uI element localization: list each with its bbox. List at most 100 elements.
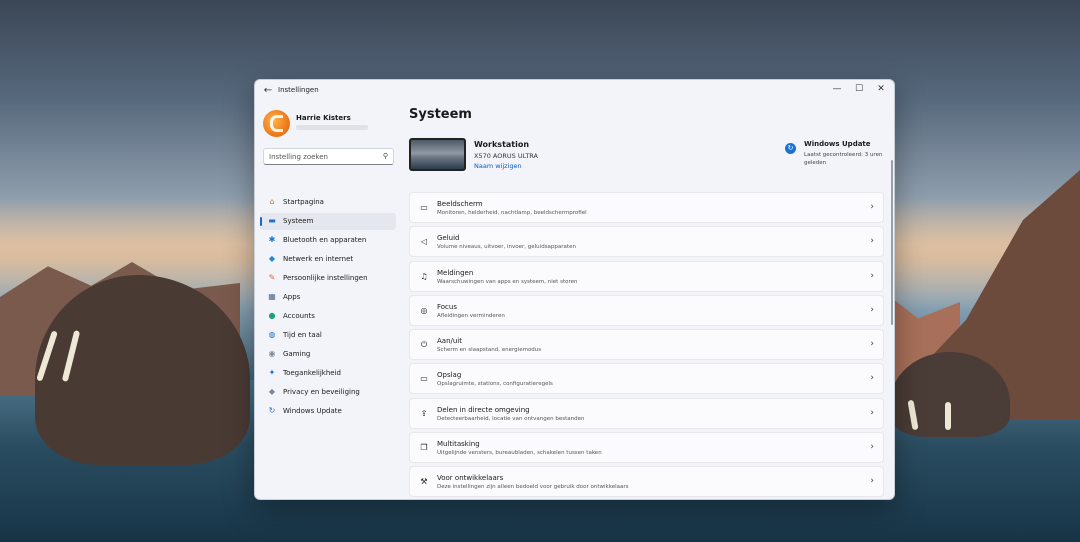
window-title: Instellingen [278,86,319,94]
settings-card-delen-in-directe-omgeving[interactable]: ⇪ Delen in directe omgeving Detecteerbaarh… [409,397,884,429]
card-title: Focus [437,302,457,311]
sidebar-item-startpagina[interactable]: ⌂ Startpagina [260,194,396,211]
sidebar-item-netwerk-en-internet[interactable]: ◆ Netwerk en internet [260,251,396,268]
home-icon: ⌂ [269,197,275,206]
card-title: Voor ontwikkelaars [437,474,504,483]
search-input[interactable]: Instelling zoeken ⚲ [263,148,394,165]
sidebar-item-label: Tijd en taal [283,331,322,339]
card-subtitle: Scherm en slaapstand, energiemodus [437,347,542,354]
maximize-button[interactable]: ☐ [848,82,870,96]
card-title: Geluid [437,234,460,243]
device-thumbnail [409,138,466,171]
sidebar-nav: ⌂ Startpagina ▬ Systeem ✱ Bluetooth en appara… [260,194,396,422]
monitor-icon: ▭ [420,203,428,212]
sidebar-item-gaming[interactable]: ◉ Gaming [260,346,396,363]
settings-card-voor-ontwikkelaars[interactable]: ⚒ Voor ontwikkelaars Deze instellingen zij… [409,466,884,498]
chevron-right-icon: › [870,202,874,212]
settings-card-beeldscherm[interactable]: ▭ Beeldscherm Monitoren, helderheid, nacht… [409,192,884,223]
sidebar-item-label: Bluetooth en apparaten [283,236,367,244]
back-arrow-icon[interactable]: ← [261,84,275,98]
wifi-icon: ◆ [268,254,276,263]
card-title: Delen in directe omgeving [437,405,530,414]
focus-icon: ◎ [420,305,428,315]
account-icon: ● [268,311,276,320]
power-icon: ⏻ [420,340,428,350]
profile-name: Harrie Kisters [296,114,351,122]
windows-update-status[interactable]: ↻ Windows Update Laatst gecontroleerd: 3… [785,140,885,170]
sidebar-item-apps[interactable]: ▦ Apps [260,289,396,306]
bell-icon: ♫ [420,271,428,281]
card-subtitle: Opslagruimte, stations, configuratierege… [437,381,553,388]
sidebar-item-label: Toegankelijkheid [283,369,341,377]
chevron-right-icon: › [870,407,874,418]
card-subtitle: Afleidingen verminderen [437,312,505,319]
chevron-right-icon: › [870,373,874,384]
multitask-icon: ❐ [420,443,428,453]
share-icon: ⇪ [420,408,428,418]
sidebar-item-bluetooth-en-apparaten[interactable]: ✱ Bluetooth en apparaten [260,232,396,249]
windows-update-title: Windows Update [804,140,871,148]
storage-icon: ▭ [420,374,428,384]
shield-icon: ◆ [268,387,276,396]
scrollbar[interactable] [891,160,893,325]
sidebar-item-label: Accounts [283,312,315,320]
card-subtitle: Detecteerbaarheid, locatie van ontvangen… [437,415,585,422]
sidebar-item-label: Startpagina [283,198,324,206]
sidebar-item-persoonlijke-instellingen[interactable]: ✎ Persoonlijke instellingen [260,270,396,287]
sidebar-item-toegankelijkheid[interactable]: ✦ Toegankelijkheid [260,365,396,382]
sidebar-item-tijd-en-taal[interactable]: ◍ Tijd en taal [260,327,396,344]
main-content: Systeem Workstation X570 AORUS ULTRA Naa… [400,102,894,499]
card-title: Beeldscherm [437,200,483,208]
globe-icon: ◍ [268,330,276,339]
settings-card-multitasking[interactable]: ❐ Multitasking Uitgelijnde vensters, burea… [409,432,884,464]
card-subtitle: Monitoren, helderheid, nachtlamp, beelds… [437,210,587,216]
settings-list: ▭ Beeldscherm Monitoren, helderheid, nacht… [409,192,884,499]
sidebar-item-label: Netwerk en internet [283,255,354,263]
card-title: Opslag [437,371,462,380]
chevron-right-icon: › [870,236,874,247]
apps-icon: ▦ [268,292,276,301]
minimize-button[interactable]: — [826,82,848,96]
sidebar-item-label: Privacy en beveiliging [283,388,360,396]
windows-update-status-text: Laatst gecontroleerd: 3 uren geleden [804,152,883,166]
bluetooth-icon: ✱ [268,235,276,244]
sidebar-item-label: Systeem [283,217,314,225]
chevron-right-icon: › [870,442,874,453]
settings-card-geluid[interactable]: ◁ Geluid Volume niveaus, uitvoer, invoer, … [409,226,884,258]
chevron-right-icon: › [870,339,874,350]
device-name: Workstation [474,140,530,149]
update-icon: ↻ [268,406,276,415]
settings-card-meldingen[interactable]: ♫ Meldingen Waarschuwingen van apps en sys… [409,260,884,292]
card-title: Aan/uit [437,337,462,346]
walrus-tusk [945,402,951,430]
sidebar-item-windows-update[interactable]: ↻ Windows Update [260,403,396,420]
close-button[interactable]: ✕ [870,82,892,96]
sidebar-item-systeem[interactable]: ▬ Systeem [260,213,396,230]
sidebar-item-privacy-en-beveiliging[interactable]: ◆ Privacy en beveiliging [260,384,396,401]
card-title: Multitasking [437,440,480,449]
chevron-right-icon: › [870,476,874,487]
sidebar-item-label: Persoonlijke instellingen [283,274,368,282]
title-bar: ← Instellingen — ☐ ✕ [255,80,894,102]
gamepad-icon: ◉ [268,349,276,358]
user-profile[interactable]: Harrie Kisters [263,110,393,137]
sidebar-item-accounts[interactable]: ● Accounts [260,308,396,325]
rename-link[interactable]: Naam wijzigen [474,162,522,170]
card-subtitle: Waarschuwingen van apps en systeem, niet… [437,278,578,285]
avatar [263,110,290,137]
page-title: Systeem [409,107,472,122]
search-placeholder: Instelling zoeken [269,153,328,161]
card-subtitle: Deze instellingen zijn alleen bedoeld vo… [437,484,629,491]
developer-icon: ⚒ [420,477,428,487]
chevron-right-icon: › [870,304,874,315]
card-subtitle: Volume niveaus, uitvoer, invoer, geluids… [437,244,576,251]
speaker-icon: ◁ [420,237,428,247]
brush-icon: ✎ [268,273,276,282]
device-info: Workstation X570 AORUS ULTRA Naam wijzig… [409,138,739,172]
settings-card-opslag[interactable]: ▭ Opslag Opslagruimte, stations, configura… [409,363,884,395]
settings-card-aan-uit[interactable]: ⏻ Aan/uit Scherm en slaapstand, energiemod… [409,329,884,361]
settings-card-focus[interactable]: ◎ Focus Afleidingen verminderen › [409,294,884,326]
card-title: Meldingen [437,268,474,277]
sidebar-item-label: Gaming [283,350,311,358]
update-icon: ↻ [785,143,796,154]
